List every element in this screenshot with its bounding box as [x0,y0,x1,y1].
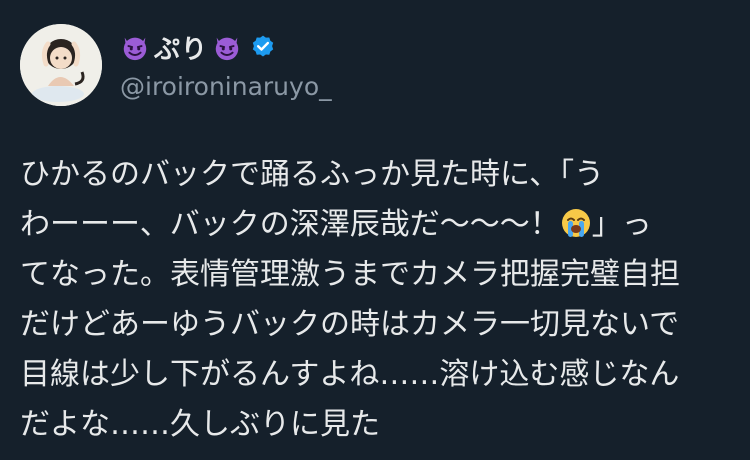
tweet-text-line: わーーー、バックの深澤辰哉だ〜〜〜！ 」っ [20,200,732,250]
tweet-text-line: ひかるのバックで踊るふっか見た時に、「う [20,157,605,192]
tweet-text-line: 目線は少し下がるんすよね……溶け込む感じなん [20,357,680,392]
author-name-row[interactable]: ぷり [120,29,276,66]
smiling-devil-icon [215,37,239,61]
verified-badge-icon [252,35,274,57]
tweet-text-line: だよな……久しぶりに見た [20,407,380,442]
tweet-text-segment: 」っ [591,207,652,242]
author-handle[interactable]: @iroironinaruyo_ [120,72,332,101]
avatar-illustration-icon [20,24,102,106]
avatar[interactable] [20,24,102,106]
loudly-crying-face-icon [561,209,590,237]
smiling-devil-icon [123,37,147,61]
tweet-text-segment: わーーー、バックの深澤辰哉だ〜〜〜！ [20,207,560,242]
tweet: ぷり @iroironinaruyo_ ひかるのバックで踊るふっか見た時に、「う… [0,0,750,460]
tweet-text-line: てなった。表情管理激うまでカメラ把握完璧自担 [20,257,680,292]
author-display-name[interactable]: ぷり [154,29,208,66]
tweet-text: ひかるのバックで踊るふっか見た時に、「う わーーー、バックの深澤辰哉だ〜〜〜！ … [20,150,732,450]
tweet-text-line: だけどあーゆうバックの時はカメラ一切見ないで [20,307,680,342]
